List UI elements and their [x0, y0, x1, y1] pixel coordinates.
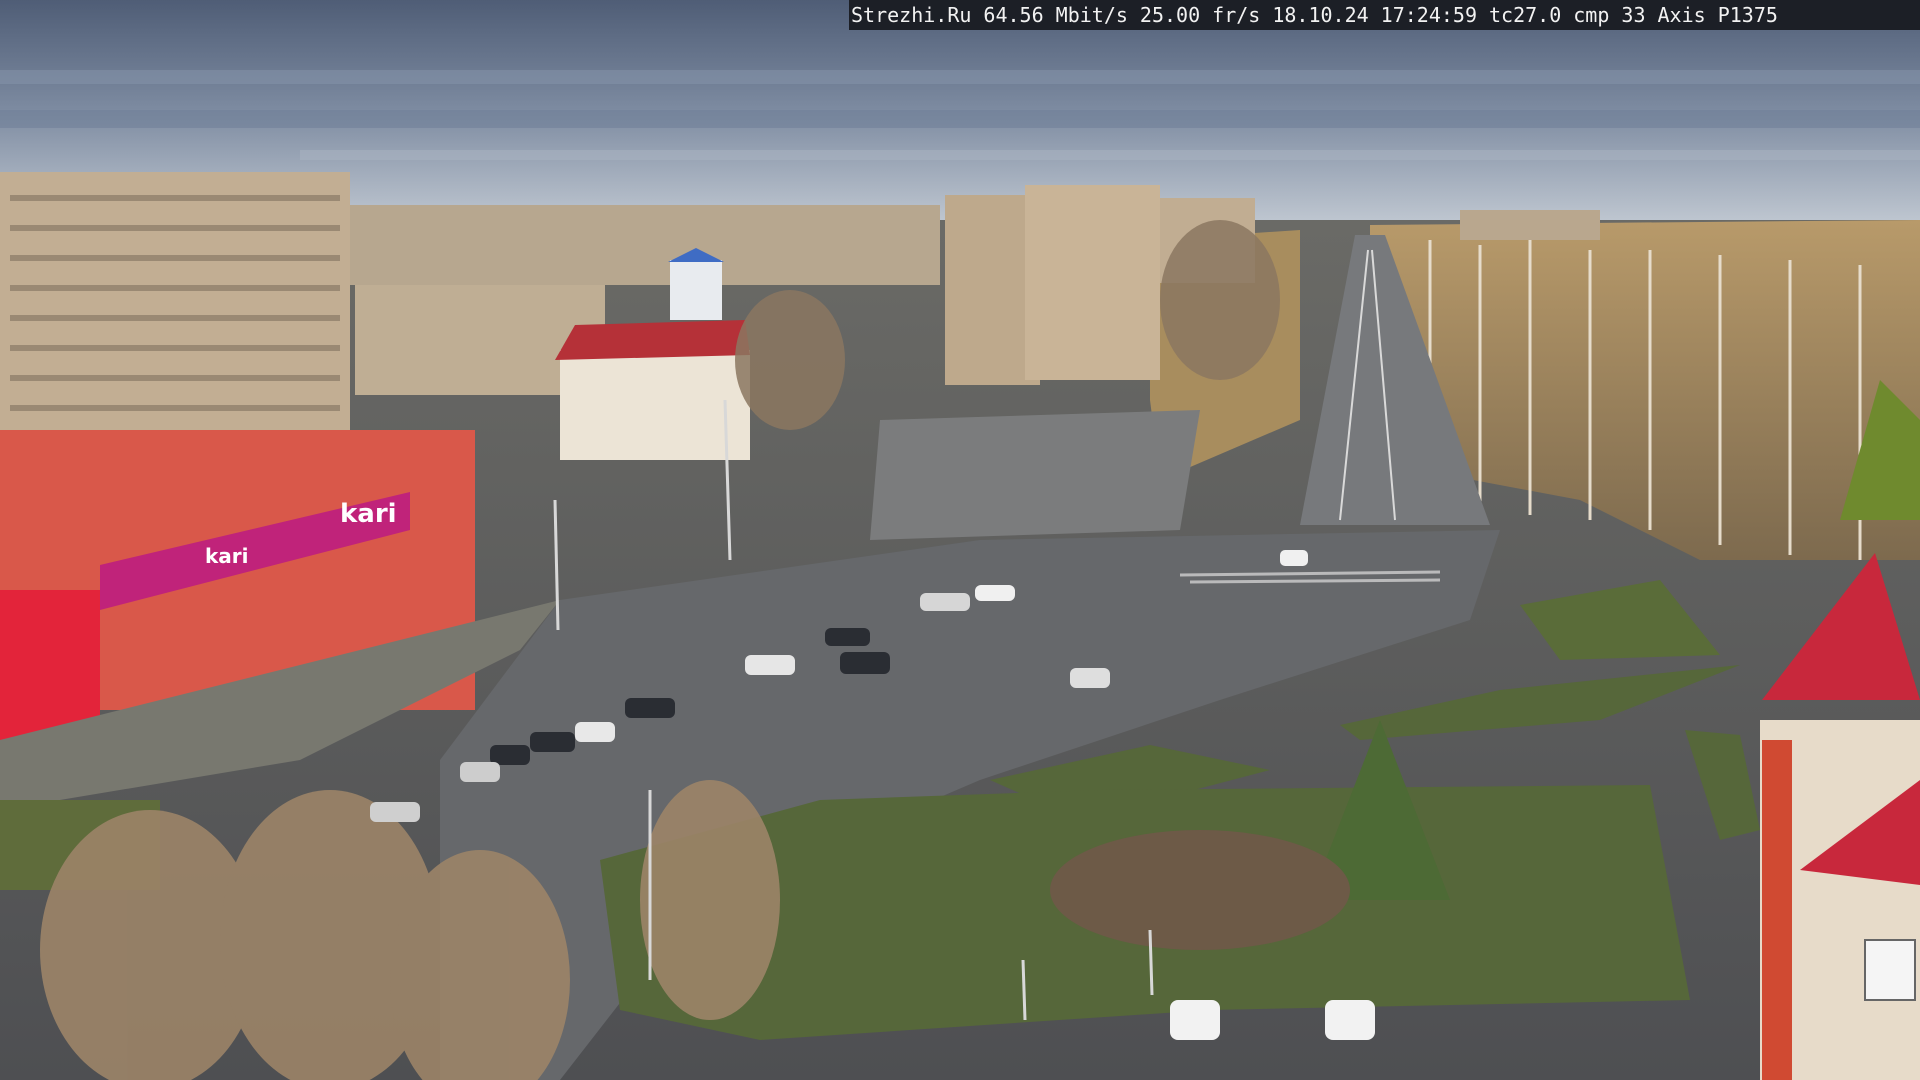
tower-sign-vertical — [1762, 740, 1792, 1080]
overlay-camera: Axis P1375 — [1657, 3, 1778, 27]
tower-window — [1864, 939, 1916, 1001]
white-tower — [670, 260, 722, 320]
apartment-block-far — [350, 205, 940, 285]
kari-sign-main: kari — [340, 499, 397, 529]
overlay-site: Strezhi.Ru — [851, 3, 972, 27]
apartment-block-far-right — [1460, 210, 1600, 240]
central-plaza — [870, 410, 1200, 540]
red-roof — [555, 320, 750, 360]
apartment-tower-main — [1025, 185, 1160, 380]
overlay-date: 18.10.24 — [1272, 3, 1369, 27]
shrubs-foreground — [1050, 830, 1350, 950]
overlay-framerate: 25.00 fr/s — [1139, 3, 1261, 27]
kari-store-entrance-red — [0, 590, 100, 740]
red-roof-house — [560, 350, 750, 460]
camera-overlay-bar: Strezhi.Ru 64.56 Mbit/s 25.00 fr/s 18.10.24… — [849, 0, 1920, 30]
webcam-scene: kari kari — [0, 0, 1920, 1080]
overlay-time: 17:24:59 — [1380, 3, 1477, 27]
overlay-cmp: cmp 33 — [1573, 3, 1646, 27]
kari-sign-secondary: kari — [205, 544, 249, 568]
overlay-bitrate: 64.56 Mbit/s — [983, 3, 1128, 27]
overlay-tc: tc27.0 — [1489, 3, 1562, 27]
